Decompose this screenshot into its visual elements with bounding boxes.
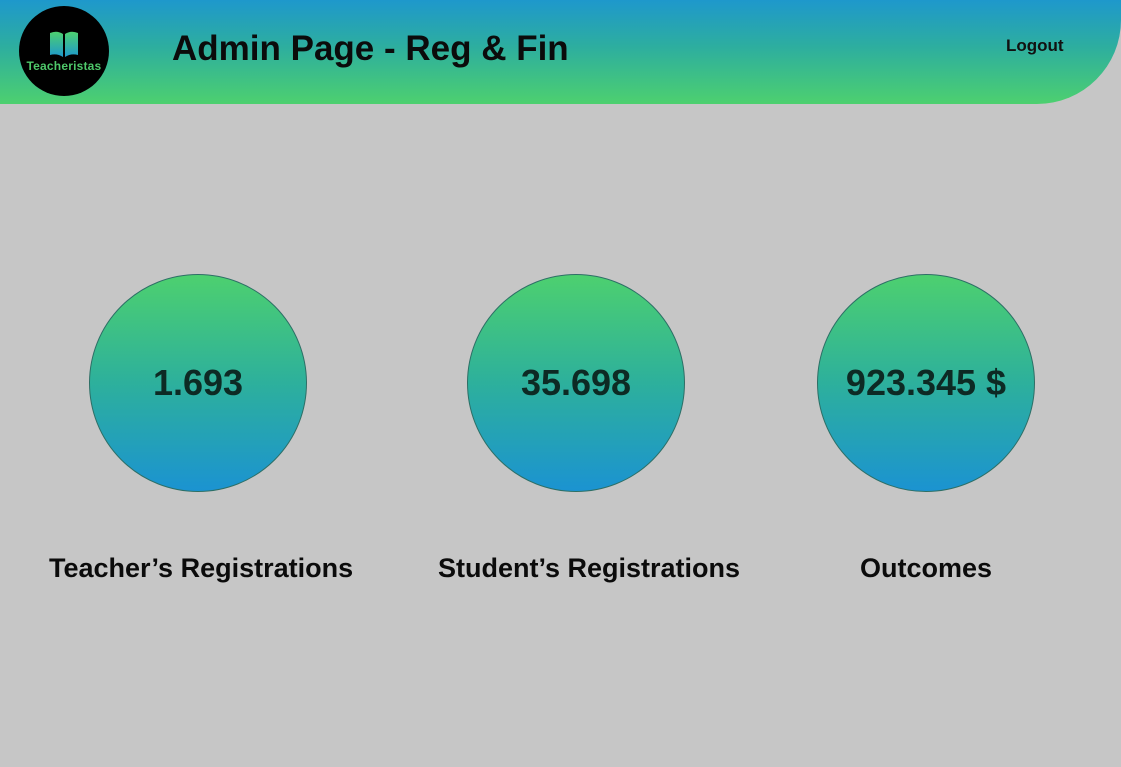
logout-button[interactable]: Logout — [1006, 36, 1064, 56]
student-registrations-circle: 35.698 — [467, 274, 685, 492]
student-registrations-label: Student’s Registrations — [438, 553, 741, 583]
teacher-registrations-circle: 1.693 — [89, 274, 307, 492]
outcomes-value: 923.345 $ — [845, 362, 1007, 403]
teacher-registrations-value: 1.693 — [152, 362, 244, 403]
book-icon — [50, 31, 78, 57]
student-registrations-value: 35.698 — [520, 362, 632, 403]
teacher-registrations-label: Teacher’s Registrations — [49, 553, 354, 583]
app-logo[interactable]: Teacheristas — [19, 6, 109, 96]
outcomes-label: Outcomes — [859, 553, 993, 583]
page-title: Admin Page - Reg & Fin — [172, 29, 569, 68]
header-bar: Teacheristas Admin Page - Reg & Fin Logo… — [0, 0, 1121, 104]
outcomes-circle: 923.345 $ — [817, 274, 1035, 492]
logo-text: Teacheristas — [26, 59, 102, 73]
